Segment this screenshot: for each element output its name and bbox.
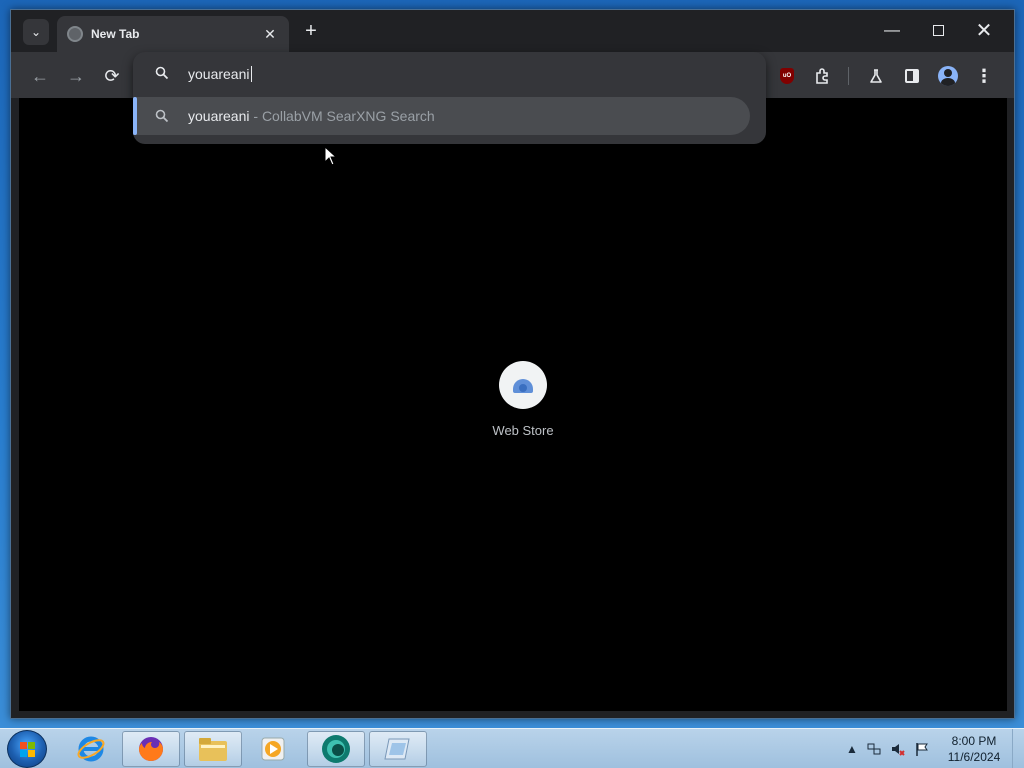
start-button[interactable] — [7, 730, 47, 768]
taskbar-file-explorer[interactable] — [184, 731, 242, 767]
action-center-flag-icon[interactable] — [914, 741, 930, 757]
selection-indicator — [133, 97, 137, 135]
flask-icon — [870, 69, 882, 83]
maximize-icon — [932, 25, 944, 37]
volume-muted-icon[interactable] — [890, 741, 906, 757]
tab-title: New Tab — [91, 27, 140, 41]
ublock-extension-button[interactable]: uO — [776, 65, 798, 87]
windows-logo-icon — [20, 742, 36, 758]
maximize-button[interactable] — [923, 20, 953, 42]
shortcut-web-store[interactable]: Web Store — [478, 361, 568, 438]
taskbar-firefox[interactable] — [122, 731, 180, 767]
omnibox-dropdown: youareani youareani - CollabVM SearXNG S… — [133, 52, 766, 144]
globe-icon — [67, 26, 83, 42]
menu-button[interactable]: ⋮ — [973, 65, 995, 87]
search-icon — [155, 66, 169, 80]
tab-search-button[interactable]: ⌄ — [23, 19, 49, 45]
forward-button[interactable]: → — [64, 64, 88, 88]
tab-close-button[interactable]: ✕ — [261, 26, 279, 43]
suggestion-text: youareani - CollabVM SearXNG Search — [188, 108, 435, 124]
taskbar-chrome-canary[interactable] — [307, 731, 365, 767]
folder-icon — [199, 738, 227, 761]
show-hidden-icons-button[interactable]: ▲ — [844, 741, 860, 757]
taskbar-internet-explorer[interactable] — [62, 731, 120, 767]
paint-icon — [384, 738, 410, 760]
taskbar: ▲ 8:00 PM 11/6/2024 — [0, 728, 1024, 768]
media-player-icon — [261, 737, 285, 761]
omnibox-input[interactable]: youareani — [133, 52, 766, 96]
omnibox-suggestion[interactable]: youareani - CollabVM SearXNG Search — [133, 97, 750, 135]
ie-icon — [77, 736, 105, 762]
web-store-icon — [513, 379, 533, 393]
profile-button[interactable] — [937, 65, 959, 87]
clock-date: 11/6/2024 — [947, 750, 1001, 764]
avatar — [938, 66, 958, 86]
taskbar-paint[interactable] — [369, 731, 427, 767]
extensions-button[interactable] — [812, 65, 834, 87]
chevron-down-icon: ⌄ — [30, 25, 42, 39]
close-window-button[interactable]: ✕ — [969, 20, 999, 42]
firefox-icon — [139, 737, 163, 761]
network-icon[interactable] — [866, 741, 882, 757]
puzzle-icon — [816, 68, 828, 84]
new-tab-page: Web Store — [19, 98, 1007, 711]
tab-new-tab[interactable]: New Tab ✕ — [57, 16, 289, 52]
clock-time: 8:00 PM — [951, 734, 997, 748]
taskbar-media-player[interactable] — [244, 731, 302, 767]
new-tab-button[interactable]: + — [301, 21, 321, 42]
clock[interactable]: 8:00 PM 11/6/2024 — [942, 733, 1006, 765]
shortcut-tile — [499, 361, 547, 409]
back-button[interactable]: ← — [28, 64, 52, 88]
toolbar-divider — [848, 67, 849, 85]
labs-button[interactable] — [865, 65, 887, 87]
omnibox-text: youareani — [188, 66, 252, 82]
search-icon — [155, 109, 169, 123]
ublock-icon: uO — [780, 68, 794, 84]
shortcut-label: Web Store — [492, 423, 554, 438]
side-panel-icon — [905, 69, 919, 83]
system-tray: ▲ 8:00 PM 11/6/2024 — [842, 729, 1024, 768]
tab-strip: ⌄ New Tab ✕ + — ✕ — [11, 10, 1014, 52]
side-panel-button[interactable] — [901, 65, 923, 87]
browser-icon — [322, 735, 350, 763]
minimize-button[interactable]: — — [877, 20, 907, 42]
show-desktop-button[interactable] — [1012, 729, 1024, 768]
reload-button[interactable]: ⟳ — [100, 64, 124, 88]
